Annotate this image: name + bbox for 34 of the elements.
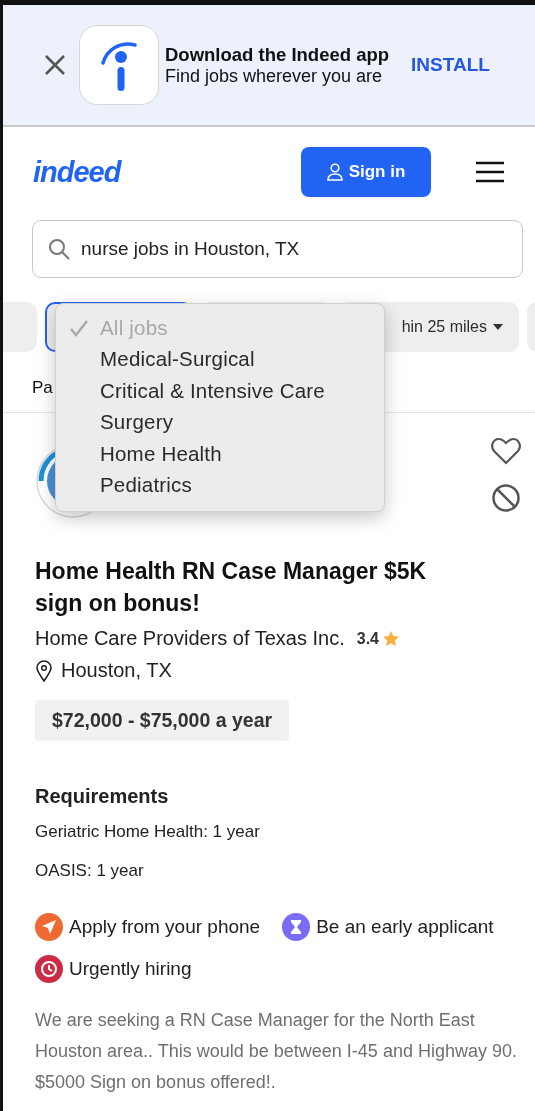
dropdown-option[interactable]: Critical & Intensive Care [56,375,384,407]
company-rating: 3.4 [356,629,379,648]
badge-label: Apply from your phone [69,916,261,938]
sign-in-button[interactable]: Sign in [301,147,431,197]
search-field[interactable]: nurse jobs in Houston, TX [32,220,523,278]
banner-subtitle: Find jobs wherever you are [165,65,384,87]
person-icon [326,163,343,181]
check-icon [69,318,89,337]
install-button[interactable]: INSTALL [411,54,490,76]
location-pin-icon [35,659,53,682]
block-icon[interactable] [491,483,521,513]
results-note: Pa [32,378,53,399]
indeed-logo[interactable]: indeed [33,155,121,189]
badge-label: Urgently hiring [69,958,192,980]
app-icon [79,25,159,105]
salary-tag: $72,000 - $75,000 a year [35,700,290,741]
dropdown-option[interactable]: Home Health [56,438,384,470]
caret-icon [493,324,503,330]
job-description: We are seeking a RN Case Manager for the North East Houston area.. This would be between I-45 and Highway 90. $5000 Sign on bonus offered!. [35,1009,518,1094]
dropdown-option[interactable]: Pediatrics [56,469,384,501]
job-location: Houston, TX [61,659,172,682]
requirement-item: Geriatric Home Health: 1 year [35,822,261,842]
banner-title: Download the Indeed app [165,43,390,66]
menu-icon[interactable] [475,160,505,184]
requirements-heading: Requirements [35,785,170,808]
save-heart-icon[interactable] [491,437,521,465]
search-icon [48,238,70,260]
company-name: Home Care Providers of Texas Inc. [35,627,345,650]
close-button[interactable] [43,53,67,77]
requirement-item: OASIS: 1 year [35,861,145,881]
badge-label: Be an early applicant [316,916,494,938]
job-title[interactable]: Home Health RN Case Manager $5K sign on bonus! [35,555,475,619]
star-icon [383,630,399,647]
dropdown-option[interactable]: Surgery [56,406,384,438]
